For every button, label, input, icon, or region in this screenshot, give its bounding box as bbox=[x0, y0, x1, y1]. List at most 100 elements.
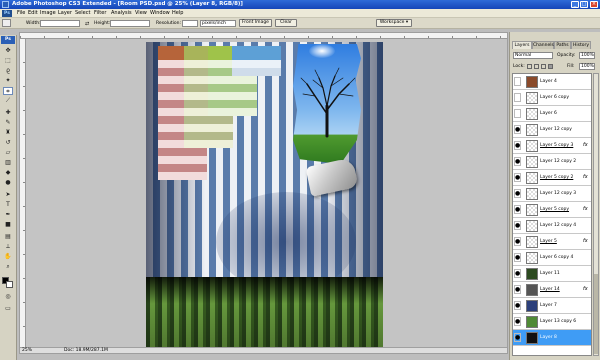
notes-tool-icon[interactable]: ▤ bbox=[3, 233, 13, 241]
eyedropper-tool-icon[interactable]: ⟂ bbox=[3, 243, 13, 251]
eye-icon[interactable]: ● bbox=[515, 286, 520, 293]
eye-icon[interactable]: ● bbox=[515, 254, 520, 261]
lock-all-icon[interactable] bbox=[548, 64, 553, 69]
crop-tool-icon[interactable]: ⌗ bbox=[3, 87, 13, 95]
layer-row[interactable]: ● Layer 8 bbox=[513, 330, 591, 346]
history-brush-tool-icon[interactable]: ↺ bbox=[3, 139, 13, 147]
tab-paths[interactable]: Paths bbox=[554, 41, 571, 49]
menu-edit[interactable]: Edit bbox=[28, 10, 38, 16]
layer-name[interactable]: Layer 5 copy bbox=[540, 207, 569, 212]
eye-icon[interactable]: ● bbox=[515, 206, 520, 213]
layer-row[interactable]: ● Layer 12 copy 2 bbox=[513, 154, 591, 170]
background-color-swatch[interactable] bbox=[6, 281, 13, 288]
eraser-tool-icon[interactable]: ▱ bbox=[3, 149, 13, 157]
layer-name[interactable]: Layer 14 bbox=[540, 287, 560, 292]
layer-row[interactable]: ● Layer 6 copy 4 bbox=[513, 250, 591, 266]
layer-name[interactable]: Layer 12 copy 3 bbox=[540, 191, 576, 196]
menu-select[interactable]: Select bbox=[75, 10, 90, 16]
layer-visibility-toggle[interactable] bbox=[514, 77, 521, 86]
workspace-button[interactable]: Workspace ▾ bbox=[376, 19, 412, 27]
layer-row[interactable]: ● Layer 11 bbox=[513, 266, 591, 282]
layer-name[interactable]: Layer 4 bbox=[540, 79, 557, 84]
layer-name[interactable]: Layer 6 bbox=[540, 111, 557, 116]
eye-icon[interactable]: ● bbox=[515, 238, 520, 245]
lock-pixels-icon[interactable] bbox=[534, 64, 539, 69]
path-selection-tool-icon[interactable]: ➤ bbox=[3, 191, 13, 199]
swap-icon[interactable]: ⇄ bbox=[85, 21, 89, 27]
slice-tool-icon[interactable]: ⟋ bbox=[3, 97, 13, 105]
magic-wand-tool-icon[interactable]: ✦ bbox=[3, 77, 13, 85]
crop-tool-preset-icon[interactable] bbox=[2, 19, 11, 27]
layer-name[interactable]: Layer 12 copy bbox=[540, 127, 572, 132]
layer-name[interactable]: Layer 11 bbox=[540, 271, 560, 276]
layer-effects-icon[interactable]: fx bbox=[583, 286, 588, 292]
layer-effects-icon[interactable]: fx bbox=[583, 238, 588, 244]
height-field[interactable] bbox=[110, 20, 150, 27]
menu-window[interactable]: Window bbox=[150, 10, 170, 16]
clone-stamp-tool-icon[interactable]: ♜ bbox=[3, 129, 13, 137]
layer-row[interactable]: Layer 6 copy bbox=[513, 90, 591, 106]
layer-row[interactable]: ● Layer 14 fx bbox=[513, 282, 591, 298]
hand-tool-icon[interactable]: ✋ bbox=[3, 253, 13, 261]
menu-image[interactable]: Image bbox=[40, 10, 56, 16]
pen-tool-icon[interactable]: ✒ bbox=[3, 211, 13, 219]
layers-scrollbar[interactable] bbox=[593, 73, 599, 356]
layer-visibility-toggle[interactable] bbox=[514, 93, 521, 102]
eye-icon[interactable]: ● bbox=[515, 126, 520, 133]
resolution-unit-select[interactable]: pixels/inch bbox=[200, 20, 236, 27]
vertical-ruler[interactable] bbox=[20, 39, 26, 349]
lasso-tool-icon[interactable]: ϱ bbox=[3, 67, 13, 75]
dodge-tool-icon[interactable]: ● bbox=[3, 179, 13, 187]
tab-layers[interactable]: Layers bbox=[512, 41, 532, 49]
eye-icon[interactable]: ● bbox=[515, 142, 520, 149]
layer-name[interactable]: Layer 12 copy 4 bbox=[540, 223, 576, 228]
menu-help[interactable]: Help bbox=[172, 10, 183, 16]
opacity-input[interactable]: 100% bbox=[579, 52, 595, 59]
layer-effects-icon[interactable]: fx bbox=[583, 174, 588, 180]
layer-row[interactable]: ● Layer 5 copy 2 fx bbox=[513, 170, 591, 186]
zoom-level[interactable]: 25% bbox=[22, 348, 32, 353]
layer-name[interactable]: Layer 8 bbox=[540, 335, 557, 340]
layer-row[interactable]: ● Layer 13 copy 6 bbox=[513, 314, 591, 330]
menu-view[interactable]: View bbox=[135, 10, 147, 16]
screen-mode-icon[interactable]: ▭ bbox=[3, 305, 13, 313]
move-tool-icon[interactable]: ✥ bbox=[3, 47, 13, 55]
maximize-button[interactable]: □ bbox=[580, 1, 588, 8]
layer-row[interactable]: ● Layer 5 fx bbox=[513, 234, 591, 250]
gradient-tool-icon[interactable]: ▥ bbox=[3, 159, 13, 167]
horizontal-ruler[interactable] bbox=[20, 33, 507, 39]
layer-effects-icon[interactable]: fx bbox=[583, 142, 588, 148]
layer-name[interactable]: Layer 5 copy 2 bbox=[540, 175, 573, 180]
eye-icon[interactable]: ● bbox=[515, 222, 520, 229]
type-tool-icon[interactable]: T bbox=[3, 201, 13, 209]
layer-name[interactable]: Layer 5 bbox=[540, 239, 557, 244]
layer-name[interactable]: Layer 6 copy bbox=[540, 95, 569, 100]
eye-icon[interactable]: ● bbox=[515, 174, 520, 181]
layer-row[interactable]: ● Layer 7 bbox=[513, 298, 591, 314]
layer-row[interactable]: ● Layer 12 copy 3 bbox=[513, 186, 591, 202]
lock-transparency-icon[interactable] bbox=[527, 64, 532, 69]
document-canvas[interactable] bbox=[146, 42, 383, 353]
quick-mask-icon[interactable]: ◎ bbox=[3, 293, 13, 301]
resolution-field[interactable] bbox=[182, 20, 198, 27]
layer-name[interactable]: Layer 6 copy 4 bbox=[540, 255, 573, 260]
minimize-button[interactable]: _ bbox=[571, 1, 579, 8]
tab-history[interactable]: History bbox=[571, 41, 591, 49]
zoom-tool-icon[interactable]: ⌕ bbox=[3, 263, 13, 271]
layer-name[interactable]: Layer 5 copy 3 bbox=[540, 143, 573, 148]
menu-analysis[interactable]: Analysis bbox=[111, 10, 132, 16]
blend-mode-select[interactable]: Normal bbox=[513, 52, 553, 59]
layer-row[interactable]: Layer 6 bbox=[513, 106, 591, 122]
layer-row[interactable]: Layer 4 bbox=[513, 74, 591, 90]
layer-row[interactable]: ● Layer 12 copy bbox=[513, 122, 591, 138]
marquee-tool-icon[interactable]: ⬚ bbox=[3, 57, 13, 65]
layers-list[interactable]: Layer 4 Layer 6 copy Layer 6 ● Layer 12 copy… bbox=[512, 73, 592, 356]
eye-icon[interactable]: ● bbox=[515, 302, 520, 309]
width-field[interactable] bbox=[40, 20, 80, 27]
eye-icon[interactable]: ● bbox=[515, 318, 520, 325]
layer-name[interactable]: Layer 13 copy 6 bbox=[540, 319, 576, 324]
layer-name[interactable]: Layer 7 bbox=[540, 303, 557, 308]
eye-icon[interactable]: ● bbox=[515, 190, 520, 197]
layer-row[interactable]: ● Layer 12 copy 4 bbox=[513, 218, 591, 234]
close-button[interactable]: × bbox=[590, 1, 598, 8]
